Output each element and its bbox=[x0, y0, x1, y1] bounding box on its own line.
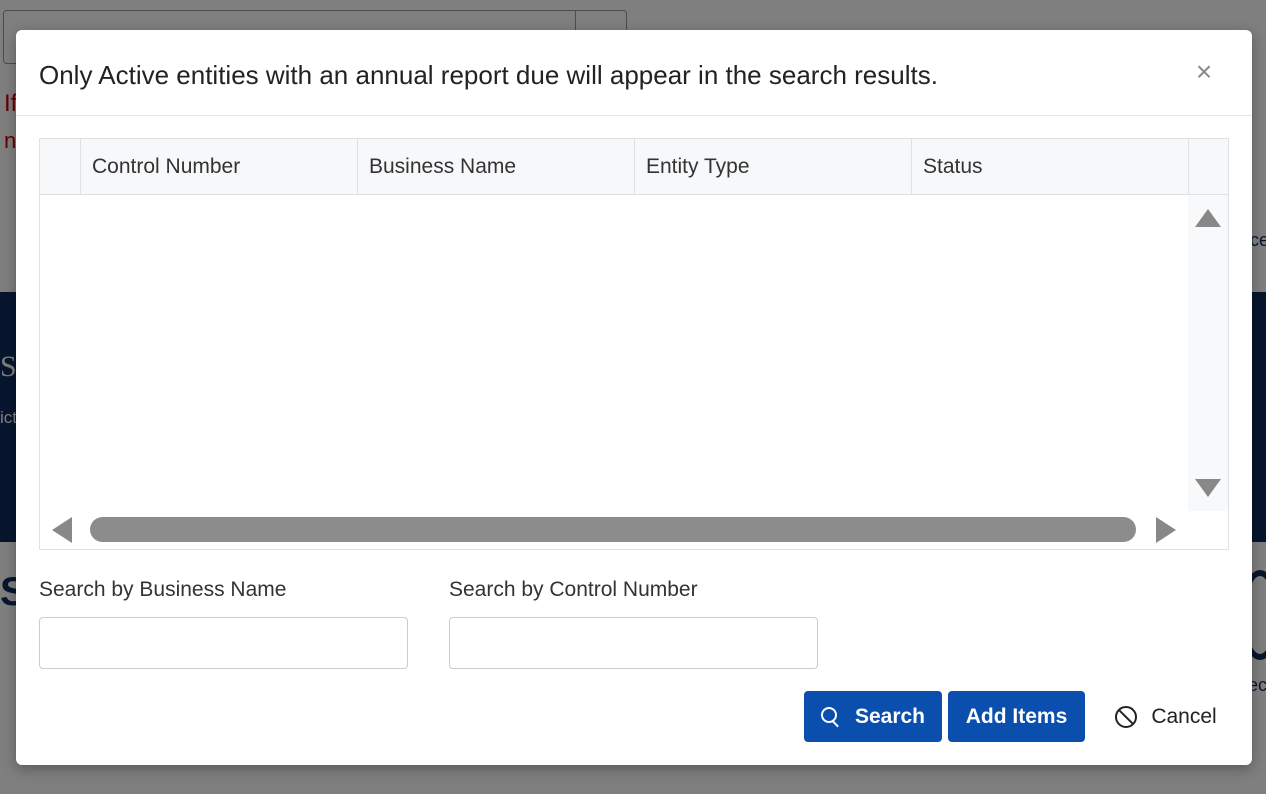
grid-header-entity-type[interactable]: Entity Type bbox=[635, 139, 912, 194]
modal-header: Only Active entities with an annual repo… bbox=[16, 30, 1252, 116]
add-items-button[interactable]: Add Items bbox=[948, 691, 1085, 742]
grid-header-control-number[interactable]: Control Number bbox=[81, 139, 358, 194]
search-button-label: Search bbox=[854, 704, 926, 728]
scroll-up-arrow-icon[interactable] bbox=[1195, 209, 1221, 227]
control-number-label: Search by Control Number bbox=[449, 578, 698, 601]
results-grid: Control Number Business Name Entity Type… bbox=[39, 138, 1229, 550]
grid-header-status[interactable]: Status bbox=[912, 139, 1189, 194]
grid-header-select-column[interactable] bbox=[40, 139, 81, 194]
entity-search-modal: Only Active entities with an annual repo… bbox=[16, 30, 1252, 765]
cancel-button-label: Cancel bbox=[1151, 704, 1217, 728]
horizontal-scrollbar[interactable] bbox=[40, 511, 1228, 549]
grid-header-filler bbox=[1189, 139, 1228, 194]
add-items-button-label: Add Items bbox=[965, 704, 1068, 728]
horizontal-scroll-thumb[interactable] bbox=[90, 517, 1136, 542]
control-number-input[interactable] bbox=[449, 617, 818, 669]
vertical-scrollbar[interactable] bbox=[1188, 195, 1228, 511]
grid-header-business-name[interactable]: Business Name bbox=[358, 139, 635, 194]
search-button[interactable]: Search bbox=[804, 691, 942, 742]
cancel-button[interactable]: Cancel bbox=[1096, 691, 1236, 742]
scroll-right-arrow-icon[interactable] bbox=[1156, 517, 1176, 543]
business-name-input[interactable] bbox=[39, 617, 408, 669]
ban-icon bbox=[1115, 705, 1138, 728]
scroll-down-arrow-icon[interactable] bbox=[1195, 479, 1221, 497]
close-button[interactable]: × bbox=[1188, 54, 1220, 90]
modal-title: Only Active entities with an annual repo… bbox=[39, 60, 938, 90]
search-icon bbox=[820, 706, 841, 727]
grid-header-row: Control Number Business Name Entity Type… bbox=[40, 139, 1228, 195]
scroll-left-arrow-icon[interactable] bbox=[52, 517, 72, 543]
business-name-label: Search by Business Name bbox=[39, 578, 287, 601]
